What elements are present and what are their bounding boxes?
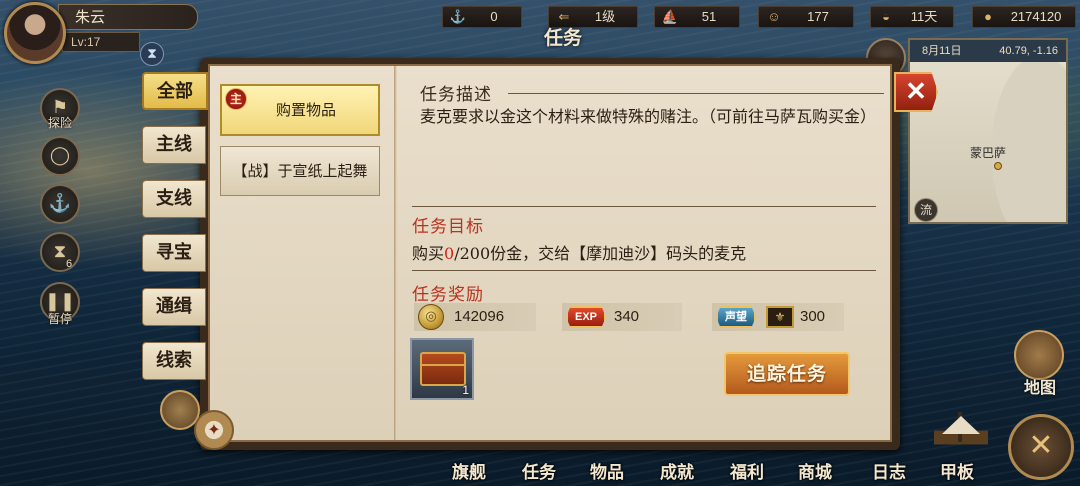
reputation-seal-icon: ⚜ xyxy=(766,306,794,328)
bottom-menu: 旗舰 任务 物品 成就 福利 商城 日志 甲板 xyxy=(440,458,1000,486)
stat-gold: ● 2174120 xyxy=(972,6,1076,28)
map-label: 地图 xyxy=(1023,378,1056,397)
reward-item-count: 1 xyxy=(462,383,469,397)
description-header-rule xyxy=(508,93,884,94)
reward-header: 任务奖励 xyxy=(412,285,484,305)
deck-ship-icon[interactable] xyxy=(934,412,988,458)
tab-main[interactable]: 主线 xyxy=(142,126,206,164)
treasure-chest-icon xyxy=(420,352,466,386)
reputation-icon: 声望 xyxy=(716,306,756,328)
compass-button[interactable]: ✦ xyxy=(194,410,234,450)
hourglass-icon: ⧗ xyxy=(53,241,67,262)
quest-goal: 购买0/200份金，交给【摩加迪沙】码头的麦克 xyxy=(412,240,746,264)
compass-needle-icon: ✦ xyxy=(207,420,221,439)
menu-benefits[interactable]: 福利 xyxy=(730,458,764,483)
goal-prefix: 购买 xyxy=(412,244,445,263)
reward-gold-value: 142096 xyxy=(454,308,505,325)
flow-button[interactable]: 流 xyxy=(914,198,938,222)
stat-food-value: 11天 xyxy=(910,9,938,24)
stat-sailors-value: 177 xyxy=(807,9,829,24)
anchor-sail-button[interactable]: ⚓ xyxy=(40,184,80,224)
quest-description: 麦克要求以金这个材料来做特殊的赌注。（可前往马萨瓦购买金） xyxy=(420,107,877,126)
hourglass-button[interactable]: ⧗ xyxy=(40,232,80,272)
timer-icon[interactable]: ⧗ xyxy=(140,42,164,66)
menu-flagship[interactable]: 旗舰 xyxy=(452,458,486,483)
quest-item-battle[interactable]: 【战】于宣纸上起舞 xyxy=(220,146,380,196)
port-marker-icon xyxy=(994,162,1002,170)
close-icon: ✕ xyxy=(905,76,927,106)
main-quest-badge: 主 xyxy=(225,88,247,110)
tab-all[interactable]: 全部 xyxy=(142,72,208,110)
ship-icon: ⛵ xyxy=(661,9,679,24)
gold-coin-icon: ● xyxy=(984,9,992,24)
minimap[interactable]: 8月11日 40.79, -1.16 蒙巴萨 xyxy=(908,38,1068,224)
bread-icon: ◒ xyxy=(882,9,890,24)
anchor-icon: ⚓ xyxy=(48,193,72,214)
circle-icon: ◯ xyxy=(49,145,71,166)
player-name: 朱云 xyxy=(58,4,198,30)
minimap-header: 8月11日 40.79, -1.16 xyxy=(910,40,1066,62)
sailor-icon: ☺ xyxy=(767,9,781,24)
minimap-date: 8月11日 xyxy=(922,45,962,57)
gold-coin-icon: ◎ xyxy=(418,304,444,330)
minimap-place-label: 蒙巴萨 xyxy=(970,146,1007,160)
tab-side[interactable]: 支线 xyxy=(142,180,206,218)
stat-gold-value: 2174120 xyxy=(1010,9,1062,24)
goal-header: 任务目标 xyxy=(412,217,484,237)
minimap-coords: 40.79, -1.16 xyxy=(999,45,1058,57)
tab-treasure[interactable]: 寻宝 xyxy=(142,234,206,272)
reward-reputation-value: 300 xyxy=(800,308,826,325)
stat-ships: ⛵ 51 xyxy=(654,6,740,28)
track-quest-button[interactable]: 追踪任务 xyxy=(724,352,850,396)
crossed-swords-icon: ✕ xyxy=(1028,428,1054,463)
explore-label: 探险 xyxy=(47,116,72,130)
rank-arrow-icon: ⇐ xyxy=(558,9,570,24)
goal-divider xyxy=(412,206,876,207)
quest-title: 【战】于宣纸上起舞 xyxy=(232,161,368,180)
quest-title: 购置物品 xyxy=(275,100,336,119)
description-header: 任务描述 xyxy=(420,85,492,105)
battle-button[interactable]: ✕ xyxy=(1008,414,1074,480)
reward-exp-value: 340 xyxy=(614,308,640,325)
stat-ships-value: 51 xyxy=(701,9,717,24)
panel-divider xyxy=(394,66,397,440)
reward-divider xyxy=(412,270,876,271)
menu-log[interactable]: 日志 xyxy=(872,458,906,483)
anchor-hook-icon: ⚓ xyxy=(449,9,467,24)
map-button[interactable] xyxy=(1014,330,1064,380)
tab-clues[interactable]: 线索 xyxy=(142,342,206,380)
goal-progress-current: 0 xyxy=(444,244,455,263)
menu-shop[interactable]: 商城 xyxy=(798,458,832,483)
pause-label: 暂停 xyxy=(47,312,72,326)
hourglass-badge: 6 xyxy=(66,258,73,270)
menu-quests[interactable]: 任务 xyxy=(522,458,556,483)
menu-deck[interactable]: 甲板 xyxy=(940,458,974,483)
stat-food: ◒ 11天 xyxy=(870,6,954,28)
pause-icon: ❚❚ xyxy=(44,291,76,312)
stat-sailors: ☺ 177 xyxy=(758,6,854,28)
player-level: Lv:17 xyxy=(62,32,140,52)
reward-item-chest[interactable]: 1 xyxy=(410,338,474,400)
exp-icon: EXP xyxy=(566,306,606,328)
goal-suffix: /200份金，交给【摩加迪沙】码头的麦克 xyxy=(454,244,747,263)
avatar[interactable] xyxy=(4,2,66,64)
menu-achievements[interactable]: 成就 xyxy=(660,458,694,483)
page-title: 任务 xyxy=(543,27,582,49)
menu-items[interactable]: 物品 xyxy=(590,458,624,483)
tab-wanted[interactable]: 通缉 xyxy=(142,288,206,326)
anchor-button[interactable]: ◯ xyxy=(40,136,80,176)
close-button[interactable]: ✕ xyxy=(894,72,938,112)
